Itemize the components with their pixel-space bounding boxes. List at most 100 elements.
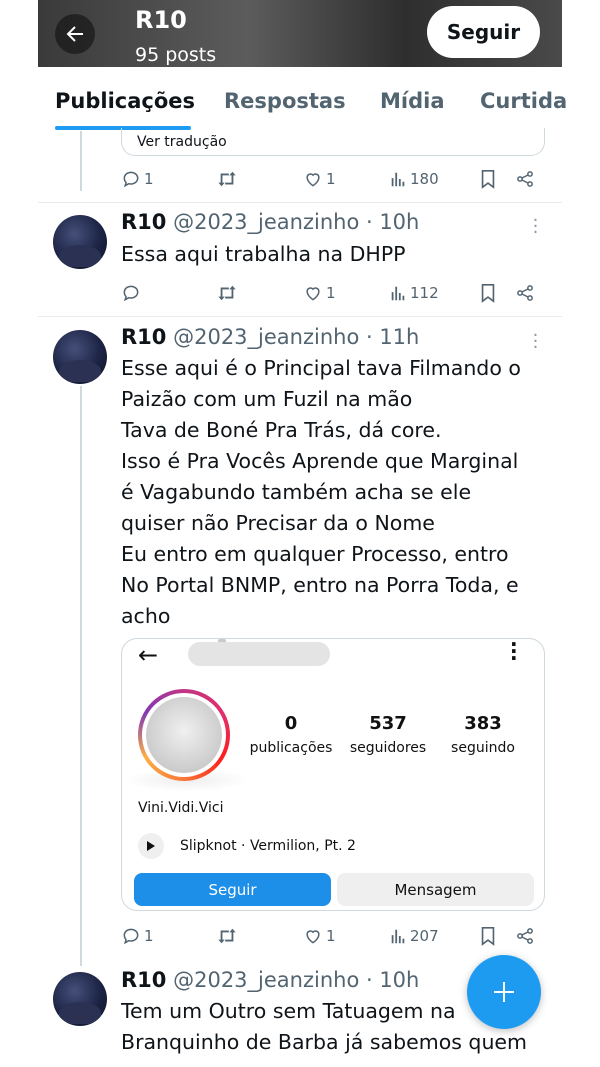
avatar[interactable] <box>53 215 107 269</box>
views-button[interactable]: 112 <box>389 280 439 306</box>
tweet-line: Eu entro em qualquer Processo, entro <box>121 542 509 566</box>
stat-following: 383 seguindo <box>444 713 522 756</box>
tab-publicacoes[interactable]: Publicações <box>55 89 195 113</box>
views-icon <box>391 929 405 944</box>
music-title: Slipknot · Vermilion, Pt. 2 <box>180 838 356 854</box>
translation-box[interactable]: Ver tradução <box>121 128 545 156</box>
tweet-header: R10 @2023_jeanzinho · 10h <box>121 968 419 992</box>
more-options-icon[interactable]: · · · <box>528 212 542 242</box>
share-button[interactable] <box>515 166 535 192</box>
attached-image[interactable]: ← · · · 0 publicações 537 seguidores 383 s… <box>121 638 545 911</box>
like-count: 1 <box>326 170 336 188</box>
more-options-icon[interactable]: · · · <box>528 327 542 357</box>
play-icon <box>138 833 164 859</box>
bookmark-button[interactable] <box>479 166 497 192</box>
profile-music: Slipknot · Vermilion, Pt. 2 <box>138 833 356 859</box>
tweet-line: acho <box>121 604 171 628</box>
arrow-left-icon <box>66 26 83 42</box>
tab-midia[interactable]: Mídia <box>380 89 445 113</box>
bookmark-button[interactable] <box>479 280 497 306</box>
profile-picture <box>146 697 222 773</box>
like-count: 1 <box>326 927 336 945</box>
tab-respostas[interactable]: Respostas <box>224 89 346 113</box>
following-number: 383 <box>464 713 502 734</box>
arrow-left-icon: ← <box>138 641 159 669</box>
author-name[interactable]: R10 <box>121 968 166 992</box>
tweet-actions: 1 1 207 <box>121 923 541 949</box>
views-count: 207 <box>410 927 439 945</box>
retweet-icon <box>218 928 236 944</box>
like-button[interactable]: 1 <box>303 280 336 306</box>
tweet-line: Paizão com um Fuzil na mão <box>121 387 413 411</box>
tweet-line: Essa aqui trabalha na DHPP <box>121 242 406 266</box>
divider <box>38 316 562 317</box>
heart-icon <box>306 930 320 944</box>
bookmark-icon <box>481 284 495 303</box>
reply-button[interactable]: 1 <box>121 923 154 949</box>
divider <box>38 202 562 203</box>
profile-bio: Vini.Vidi.Vici <box>138 800 224 816</box>
retweet-icon <box>218 285 236 301</box>
tweet-line: Branquinho de Barba já sabemos quem <box>121 1030 528 1054</box>
tweet-text: Essa aqui trabalha na DHPP <box>121 239 551 270</box>
back-button[interactable] <box>55 14 95 54</box>
thread-line <box>80 131 82 191</box>
plus-icon <box>494 982 514 1002</box>
avatar[interactable] <box>53 330 107 384</box>
retweet-button[interactable] <box>216 166 238 192</box>
retweet-button[interactable] <box>216 923 238 949</box>
stat-followers: 537 seguidores <box>344 713 432 756</box>
tweet-header: R10 @2023_jeanzinho · 10h <box>121 210 419 234</box>
reply-button[interactable] <box>121 280 144 306</box>
author-name[interactable]: R10 <box>121 210 166 234</box>
profile-header: R10 95 posts Seguir <box>38 0 562 67</box>
tweet-actions: 1 1 180 <box>121 166 541 192</box>
views-icon <box>391 286 405 301</box>
reply-icon <box>123 171 139 188</box>
reply-button[interactable]: 1 <box>121 166 154 192</box>
share-button[interactable] <box>515 923 535 949</box>
ig-message-button: Mensagem <box>337 873 534 906</box>
share-icon <box>517 171 533 187</box>
posts-count: 95 posts <box>135 44 217 66</box>
blurred-username <box>188 642 330 666</box>
views-count: 112 <box>410 284 439 302</box>
author-name[interactable]: R10 <box>121 325 166 349</box>
tweet-header: R10 @2023_jeanzinho · 11h <box>121 325 419 349</box>
views-button[interactable]: 180 <box>389 166 439 192</box>
posts-number: 0 <box>284 713 298 734</box>
retweet-button[interactable] <box>216 280 238 306</box>
views-icon <box>391 172 405 187</box>
compose-button[interactable] <box>467 955 541 1029</box>
share-icon <box>517 928 533 944</box>
tweet-line: quiser não Precisar da o Nome <box>121 511 435 535</box>
views-button[interactable]: 207 <box>389 923 439 949</box>
like-button[interactable]: 1 <box>303 923 336 949</box>
tweet-text: Esse aqui é o Principal tava Filmando o … <box>121 353 551 632</box>
follow-button[interactable]: Seguir <box>427 6 540 58</box>
author-meta: @2023_jeanzinho · 11h <box>173 325 420 349</box>
like-button[interactable]: 1 <box>303 166 336 192</box>
tweet-line: Tava de Boné Pra Trás, dá core. <box>121 418 442 442</box>
more-options-icon: · · · <box>510 638 518 670</box>
stat-posts: 0 publicações <box>246 713 336 756</box>
reply-icon <box>123 928 139 945</box>
tweet-line: Isso é Pra Vocês Aprende que Marginal <box>121 449 519 473</box>
views-count: 180 <box>410 170 439 188</box>
bookmark-button[interactable] <box>479 923 497 949</box>
following-label: seguindo <box>451 740 515 756</box>
translate-link[interactable]: Ver tradução <box>137 134 227 150</box>
profile-name: R10 <box>135 6 187 34</box>
followers-label: seguidores <box>349 740 427 756</box>
author-meta: @2023_jeanzinho · 10h <box>173 968 420 992</box>
reply-count: 1 <box>144 927 154 945</box>
story-ring <box>138 689 230 781</box>
thread-line <box>80 386 82 966</box>
tab-curtidas[interactable]: Curtida <box>480 89 567 113</box>
reply-icon <box>123 285 139 302</box>
share-button[interactable] <box>515 280 535 306</box>
avatar[interactable] <box>53 972 107 1026</box>
tweet-actions: 1 112 <box>121 280 541 306</box>
bookmark-icon <box>481 170 495 189</box>
bookmark-icon <box>481 927 495 946</box>
